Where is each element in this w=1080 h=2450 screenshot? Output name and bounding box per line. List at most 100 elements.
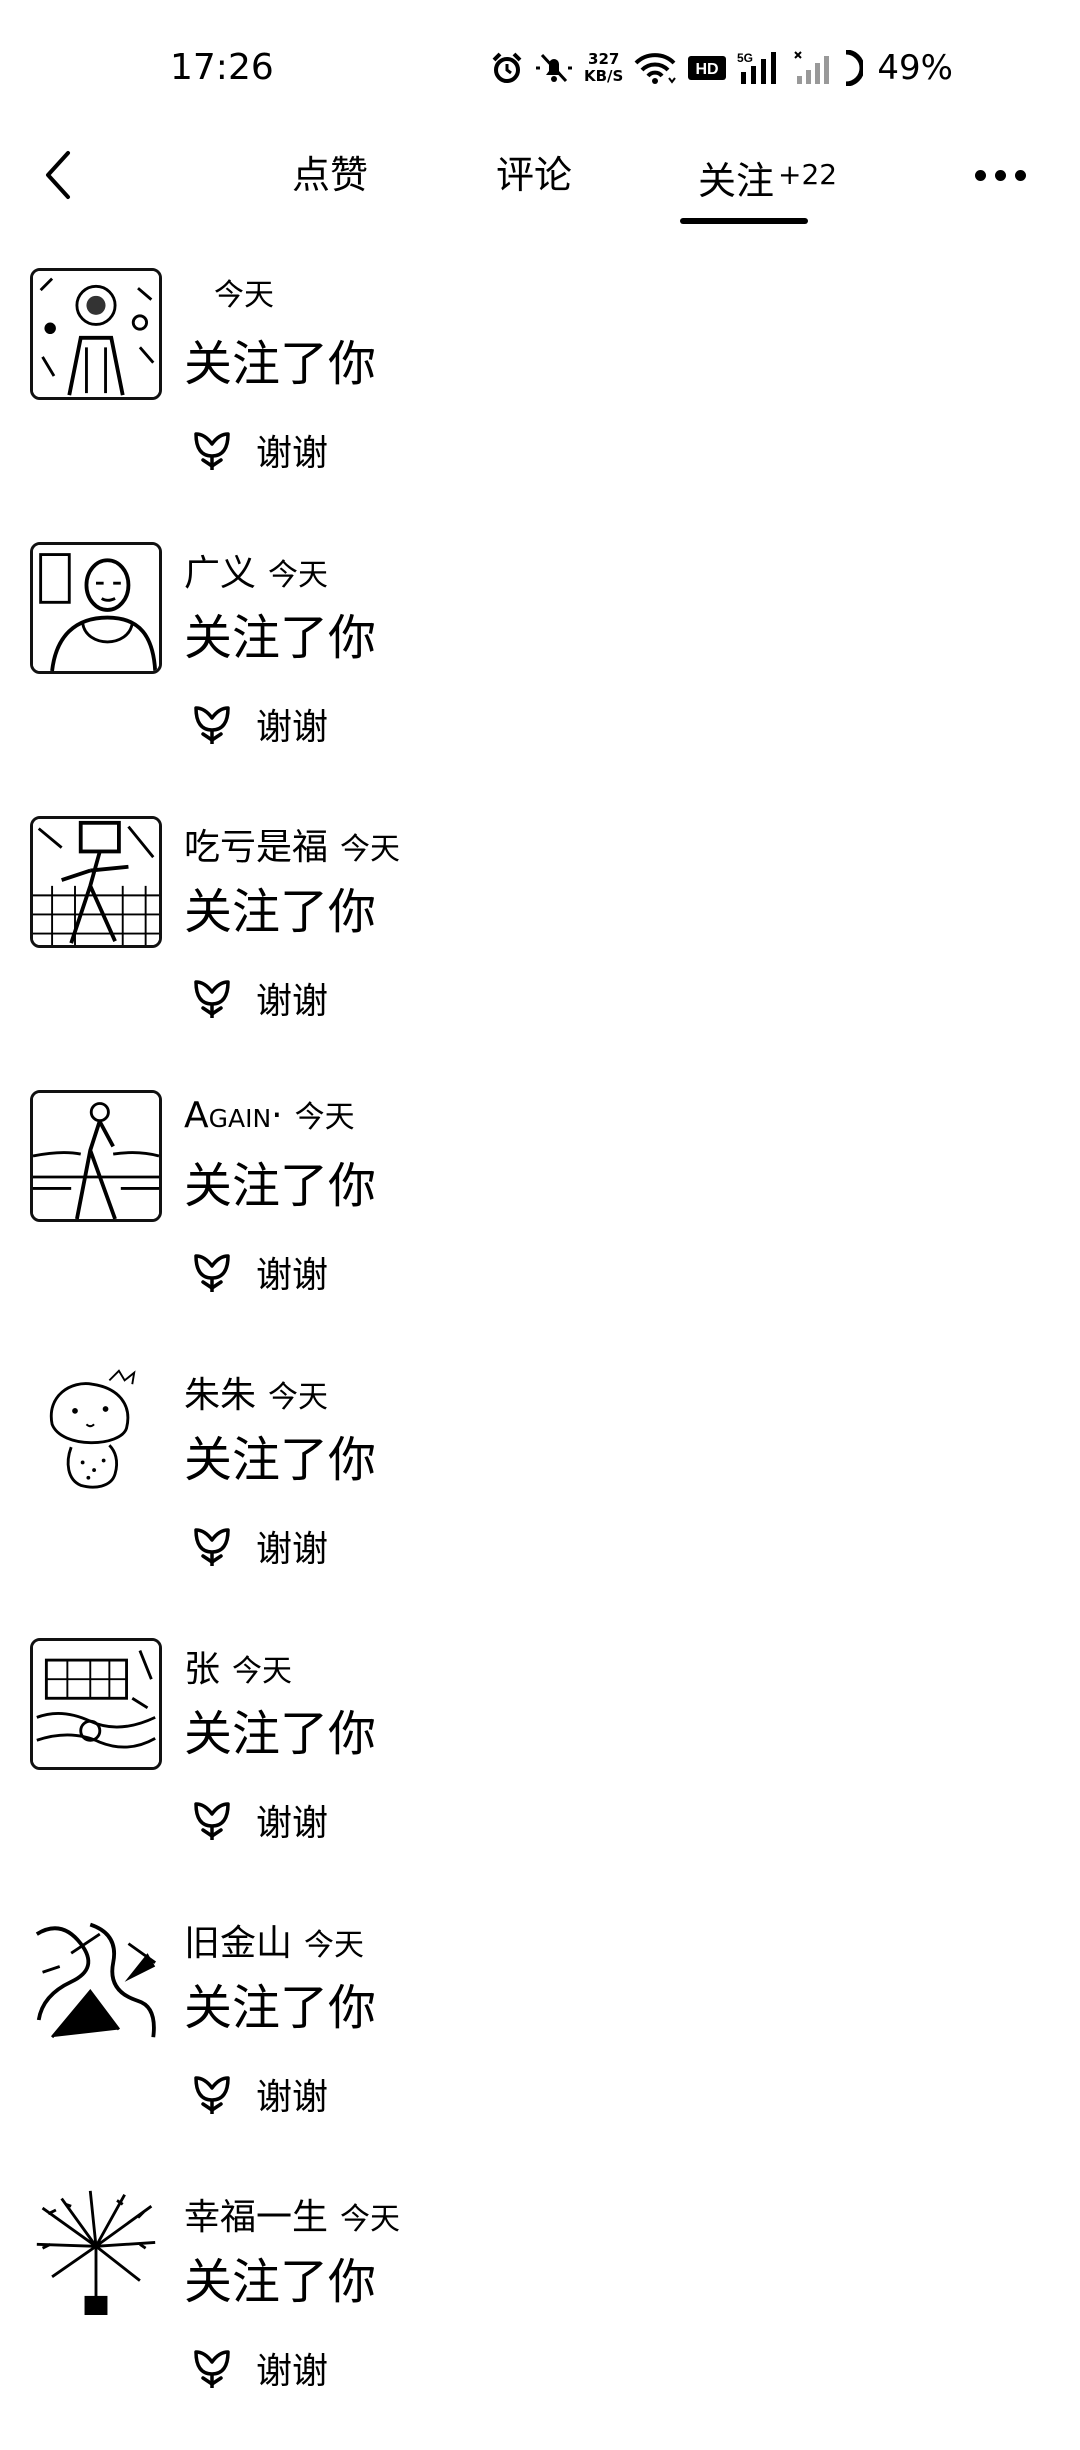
item-meta: 朱朱 今天 [184,1366,328,1418]
avatar-image [33,545,159,671]
item-meta: 张 今天 [184,1640,292,1692]
avatar-image [33,271,159,397]
list-item: 旧金山 今天 关注了你 谢谢 [0,1902,1080,2176]
thanks-button[interactable]: 谢谢 [186,966,328,1030]
signal-secondary-icon [793,50,833,86]
thanks-button[interactable]: 谢谢 [186,2336,328,2400]
action-text: 关注了你 [184,1980,377,2036]
user-name[interactable]: 吃亏是福 [184,818,328,870]
list-item: 幸福一生 今天 关注了你 谢谢 [0,2176,1080,2450]
back-button[interactable] [30,144,86,206]
action-text: 关注了你 [184,610,377,666]
thanks-button[interactable]: 谢谢 [186,692,328,756]
net-speed: 327 KB/S [584,50,624,85]
hd-badge: HD [687,54,727,82]
tab-label: 关注 [698,159,775,203]
svg-text:HD: HD [696,61,719,78]
user-name[interactable]: 幸福一生 [184,2188,328,2240]
user-name[interactable]: 张 [184,1640,220,1692]
list-item: Again· 今天 关注了你 谢谢 [0,1080,1080,1354]
tab-label: 点赞 [292,153,369,197]
chevron-left-icon [46,151,70,199]
item-meta: Again· 今天 [184,1092,355,1144]
battery-icon [843,50,864,86]
time-label: 今天 [294,1100,355,1135]
avatar[interactable] [30,542,162,674]
user-name[interactable]: 广义 [184,544,256,596]
avatar[interactable] [30,816,162,948]
thanks-label: 谢谢 [256,1803,329,1844]
action-text: 关注了你 [184,336,377,392]
active-tab-indicator [680,218,808,224]
thanks-button[interactable]: 谢谢 [186,1788,328,1852]
flower-icon [194,706,230,744]
status-bar: 17:26 327 KB/S HD 5G 49% [0,0,1080,140]
more-button[interactable] [968,144,1032,206]
user-name[interactable]: 旧金山 [184,1914,292,1966]
flower-icon [194,432,230,470]
avatar[interactable] [30,2186,162,2318]
mute-bell-icon [534,51,574,85]
action-text: 关注了你 [184,1706,377,1762]
avatar[interactable] [30,1090,162,1222]
item-meta: 今天 [184,270,274,322]
flower-icon [194,2350,230,2388]
item-meta: 吃亏是福 今天 [184,818,400,870]
thanks-label: 谢谢 [256,707,329,748]
time-label: 今天 [232,1654,293,1689]
action-text: 关注了你 [184,2254,377,2310]
thanks-button[interactable]: 谢谢 [186,1514,328,1578]
wifi-icon [633,51,677,85]
thanks-label: 谢谢 [256,433,329,474]
flower-icon [194,1528,230,1566]
avatar-image [33,1367,159,1493]
list-item: 吃亏是福 今天 关注了你 谢谢 [0,806,1080,1080]
thanks-label: 谢谢 [256,1529,329,1570]
avatar[interactable] [30,1638,162,1770]
item-meta: 旧金山 今天 [184,1914,364,1966]
battery-percent: 49% [877,48,953,88]
time-label: 今天 [268,558,329,593]
item-meta: 幸福一生 今天 [184,2188,400,2240]
item-meta: 广义 今天 [184,544,328,596]
time-label: 今天 [214,278,274,313]
user-name[interactable]: Again· [184,1095,283,1136]
tab-likes[interactable]: 点赞 [292,144,368,206]
tab-comments[interactable]: 评论 [496,144,572,206]
tab-label: 评论 [496,153,573,197]
avatar[interactable] [30,1364,162,1496]
avatar[interactable] [30,1912,162,2044]
thanks-button[interactable]: 谢谢 [186,2062,328,2126]
thanks-label: 谢谢 [256,981,329,1022]
flower-icon [194,2076,230,2114]
avatar-image [33,1093,159,1219]
thanks-label: 谢谢 [256,1255,329,1296]
list-item: 广义 今天 关注了你 谢谢 [0,532,1080,806]
more-dots-icon [974,169,1026,181]
flower-icon [194,980,230,1018]
thanks-label: 谢谢 [256,2077,329,2118]
flower-icon [194,1254,230,1292]
action-text: 关注了你 [184,1158,377,1214]
signal-icon: 5G [737,50,783,86]
status-time: 17:26 [170,47,274,88]
status-icons: 327 KB/S HD 5G 49% [490,44,953,92]
tab-badge: +22 [778,158,838,191]
tab-follow[interactable]: 关注 +22 [698,144,837,206]
action-text: 关注了你 [184,884,377,940]
tab-header: 点赞 评论 关注 +22 [0,120,1080,230]
user-name[interactable]: 朱朱 [184,1366,256,1418]
flower-icon [194,1802,230,1840]
avatar-image [33,819,159,945]
time-label: 今天 [340,832,401,867]
avatar-image [33,1915,159,2041]
list-item: 张 今天 关注了你 谢谢 [0,1628,1080,1902]
time-label: 今天 [340,2202,401,2237]
time-label: 今天 [304,1928,365,1963]
list-item: 今天 关注了你 谢谢 [0,258,1080,532]
avatar[interactable] [30,268,162,400]
notification-list: 今天 关注了你 谢谢 广义 今天 关注了你 谢谢 吃亏是福 今天 关注了你 谢谢… [0,258,1080,2450]
thanks-button[interactable]: 谢谢 [186,418,328,482]
action-text: 关注了你 [184,1432,377,1488]
thanks-button[interactable]: 谢谢 [186,1240,328,1304]
